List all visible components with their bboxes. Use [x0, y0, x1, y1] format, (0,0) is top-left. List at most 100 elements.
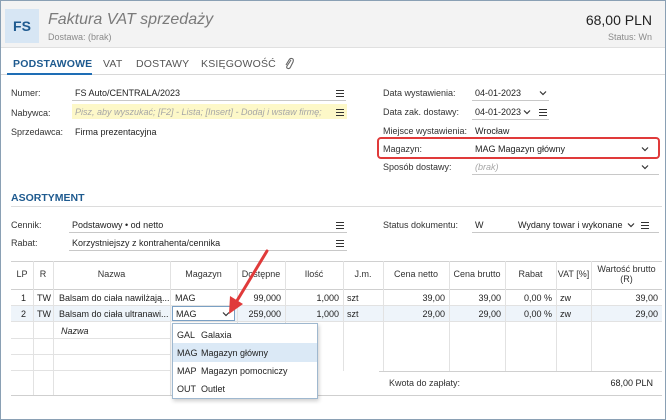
kwota-label: Kwota do zapłaty:	[389, 378, 461, 388]
row2-vat[interactable]: zw	[560, 309, 571, 319]
numer-label: Numer:	[11, 88, 41, 98]
row2-magazyn[interactable]: MAG	[176, 309, 197, 319]
active-tab-indicator	[7, 73, 92, 75]
row2-rabat[interactable]: 0,00 %	[505, 309, 552, 319]
paperclip-icon[interactable]	[284, 57, 294, 71]
col-divider	[53, 261, 54, 395]
delivery-subtitle: Dostawa: (brak)	[48, 32, 112, 42]
header-bottom-line	[11, 289, 662, 290]
row2-brutto[interactable]: 29,00	[449, 309, 501, 319]
option-out[interactable]: OUT Outlet	[173, 379, 317, 398]
col-r[interactable]: R	[33, 261, 53, 289]
row-line	[11, 354, 171, 355]
status-code[interactable]: W	[475, 220, 484, 230]
row2-jm[interactable]: szt	[347, 309, 359, 319]
data-zak-underline	[472, 119, 549, 120]
row2-ilosc[interactable]: 1,000	[285, 309, 339, 319]
row1-magazyn[interactable]: MAG	[175, 293, 196, 303]
row2-netto[interactable]: 29,00	[383, 309, 445, 319]
nabywca-label: Nabywca:	[11, 108, 51, 118]
red-arrow-icon	[229, 249, 269, 314]
cennik-underline	[69, 232, 347, 233]
magazyn-dropdown-list: GAL Galaxia MAG Magazyn główny MAP Magaz…	[172, 323, 318, 399]
option-code: MAG	[177, 347, 198, 358]
nabywca-menu-icon[interactable]	[336, 109, 344, 116]
status-menu-icon[interactable]	[641, 222, 649, 229]
col-nazwa[interactable]: Nazwa	[53, 261, 170, 289]
row1-vat[interactable]: zw	[560, 293, 571, 303]
miejsce-field[interactable]: Wrocław	[475, 126, 509, 136]
data-zak-menu-icon[interactable]	[539, 109, 547, 116]
data-wystawienia-underline	[472, 100, 549, 101]
row1-nazwa[interactable]: Balsam do ciała nawilżają...	[59, 293, 170, 303]
chevron-down-icon[interactable]	[641, 163, 649, 171]
sposob-dostawy-select[interactable]: (brak)	[475, 162, 499, 172]
col-lp[interactable]: LP	[11, 261, 33, 289]
status-dokumentu-select[interactable]: Wydany towar i wykonane	[518, 220, 622, 230]
option-map[interactable]: MAP Magazyn pomocniczy	[173, 361, 317, 380]
row1-r: TW	[37, 293, 51, 303]
tab-ksiegowosc[interactable]: KSIĘGOWOŚĆ	[201, 58, 276, 70]
col-jm[interactable]: J.m.	[343, 261, 383, 289]
row1-brutto[interactable]: 39,00	[449, 293, 501, 303]
data-zak-label: Data zak. dostawy:	[383, 107, 460, 117]
sprzedawca-value: Firma prezentacyjna	[75, 127, 157, 137]
col-divider	[170, 261, 171, 395]
col-cena-brutto[interactable]: Cena brutto	[449, 261, 505, 289]
col-vat[interactable]: VAT [%]	[556, 261, 591, 289]
document-window: FS Faktura VAT sprzedaży Dostawa: (brak)…	[0, 0, 666, 420]
row1-jm[interactable]: szt	[347, 293, 359, 303]
data-wystawienia-field[interactable]: 04-01-2023	[475, 88, 521, 98]
col-wartosc-brutto[interactable]: Wartość brutto (R)	[591, 261, 662, 289]
tab-dostawy[interactable]: DOSTAWY	[136, 58, 189, 70]
option-code: MAP	[177, 365, 197, 376]
chevron-down-icon[interactable]	[539, 89, 547, 97]
row-line	[11, 321, 662, 322]
status-dokumentu-label: Status dokumentu:	[383, 220, 459, 230]
numer-menu-icon[interactable]	[336, 90, 344, 97]
page-title: Faktura VAT sprzedaży	[48, 11, 214, 28]
rabat-menu-icon[interactable]	[336, 240, 344, 247]
sprzedawca-label: Sprzedawca:	[11, 127, 64, 137]
section-divider	[11, 206, 662, 207]
cennik-label: Cennik:	[11, 220, 42, 230]
row2-lp: 2	[21, 309, 27, 319]
row1-ilosc[interactable]: 1,000	[285, 293, 339, 303]
tab-bar: PODSTAWOWE VAT DOSTAWY KSIĘGOWOŚĆ	[1, 54, 665, 75]
option-label: Outlet	[201, 383, 226, 394]
cennik-menu-icon[interactable]	[336, 222, 344, 229]
new-item-input[interactable]: Nazwa	[61, 326, 89, 336]
row1-rabat[interactable]: 0,00 %	[505, 293, 552, 303]
asortyment-heading: ASORTYMENT	[11, 192, 85, 204]
chevron-down-icon[interactable]	[523, 108, 531, 116]
row2-nazwa[interactable]: Balsam do ciała ultranawi...	[59, 309, 169, 319]
row1-netto[interactable]: 39,00	[383, 293, 445, 303]
option-mag[interactable]: MAG Magazyn główny	[173, 343, 317, 362]
tab-vat[interactable]: VAT	[103, 58, 122, 70]
sposob-dostawy-label: Sposób dostawy:	[383, 162, 452, 172]
table-bottom-line	[11, 395, 662, 396]
data-wystawienia-label: Data wystawienia:	[383, 88, 456, 98]
tab-podstawowe[interactable]: PODSTAWOWE	[13, 58, 92, 70]
row2-wartosc: 29,00	[635, 309, 658, 319]
rabat-value[interactable]: Korzystniejszy z kontrahenta/cennika	[72, 238, 220, 248]
row1-lp: 1	[21, 293, 27, 303]
numer-underline	[72, 100, 346, 101]
numer-field[interactable]: FS Auto/CENTRALA/2023	[75, 88, 180, 98]
col-rabat[interactable]: Rabat	[505, 261, 556, 289]
document-header: FS Faktura VAT sprzedaży Dostawa: (brak)…	[1, 1, 665, 48]
cennik-value[interactable]: Podstawowy • od netto	[72, 220, 163, 230]
rabat-underline	[69, 250, 347, 251]
col-cena-netto[interactable]: Cena netto	[383, 261, 449, 289]
col-ilosc[interactable]: Ilość	[285, 261, 343, 289]
kwota-value: 68,00 PLN	[610, 378, 653, 388]
chevron-down-icon[interactable]	[627, 221, 635, 229]
col-divider	[556, 261, 557, 371]
option-code: GAL	[177, 329, 196, 340]
data-zak-field[interactable]: 04-01-2023	[475, 107, 521, 117]
option-gal[interactable]: GAL Galaxia	[173, 325, 317, 344]
document-type-badge: FS	[5, 9, 39, 43]
nabywca-input[interactable]: Pisz, aby wyszukać; [F2] - Lista; [Inser…	[75, 107, 322, 117]
rabat-label: Rabat:	[11, 238, 38, 248]
row-line	[11, 370, 171, 371]
